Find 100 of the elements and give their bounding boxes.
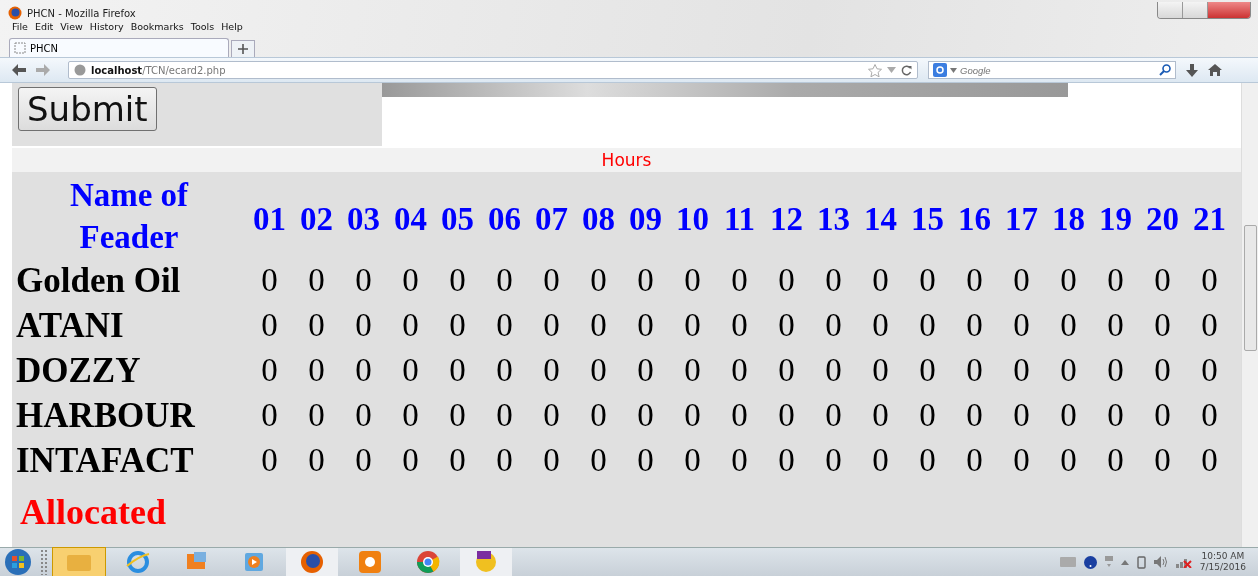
table-cell-text: 0 [730,351,749,390]
table-cell-text: 0 [965,441,984,480]
download-icon[interactable] [1186,63,1198,77]
table-cell-text: 0 [824,351,843,390]
column-header: 08 [581,199,616,239]
search-input[interactable]: Google [960,64,1156,76]
table-cell-text: 0 [1012,351,1031,390]
column-header: 01 [252,199,287,239]
clock-date[interactable]: 7/15/2016 [1199,562,1246,573]
table-cell-text: 0 [683,441,702,480]
table-cell-text: 0 [918,396,937,435]
table-cell-text: 0 [1059,396,1078,435]
column-header: 15 [910,199,945,239]
new-tab-button[interactable] [231,40,255,57]
table-cell-text: 0 [965,351,984,390]
table-cell-text: 0 [495,261,514,300]
table-cell-text: 0 [589,351,608,390]
signal-off-icon[interactable] [1175,556,1192,568]
table-cell-text: 0 [1059,306,1078,345]
table-cell-text: 0 [777,441,796,480]
hours-label: Hours [601,150,652,170]
column-header: 10 [675,199,710,239]
menu-item[interactable]: Tools [190,21,215,33]
table-cell-text: 0 [307,261,326,300]
column-header: 13 [816,199,851,239]
menu-item[interactable]: Bookmarks [130,21,184,33]
menu-item[interactable]: Edit [34,21,54,33]
browser-tab[interactable]: PHCN [9,38,229,57]
table-cell-text: 0 [965,306,984,345]
table-cell-text: HARBOUR [15,394,196,437]
table-cell-text: 0 [448,396,467,435]
menu-item[interactable]: View [60,21,83,33]
dropdown-icon[interactable] [950,67,957,73]
column-header: 11 [722,199,757,239]
table-cell-text: 0 [1153,396,1172,435]
column-header: 03 [346,199,381,239]
table-cell-text: DOZZY [15,349,142,392]
table-cell-text: 0 [542,351,561,390]
submit-button[interactable]: Submit [18,87,157,131]
table-cell-text: 0 [354,396,373,435]
table-cell-text: 0 [1153,351,1172,390]
table-cell-text: 0 [589,306,608,345]
table-cell-text: 0 [777,351,796,390]
table-cell-text: 0 [824,441,843,480]
table-cell-text: 0 [636,396,655,435]
table-cell-text: 0 [871,351,890,390]
search-engine-icon [933,63,947,77]
table-cell-text: 0 [871,261,890,300]
table-cell-text: 0 [307,396,326,435]
table-cell-text: 0 [965,396,984,435]
speaker-icon[interactable] [1153,556,1168,568]
table-cell-text: 0 [401,261,420,300]
table-cell-text: 0 [824,396,843,435]
table-cell-text: 0 [495,396,514,435]
table-cell-text: 0 [260,261,279,300]
table-cell-text: 0 [542,261,561,300]
menu-item[interactable]: File [12,21,28,33]
dropdown-icon[interactable] [887,67,896,73]
address-field[interactable]: localhost/TCN/ecard2.php [68,61,918,79]
table-cell-text: 0 [542,441,561,480]
search-icon[interactable] [1159,64,1171,76]
back-icon[interactable] [12,64,26,76]
column-header: 02 [299,199,334,239]
table-cell-text: 0 [636,306,655,345]
table-cell-text: 0 [1012,306,1031,345]
table-cell-text: 0 [1106,441,1125,480]
window-title: PHCN - Mozilla Firefox [27,7,136,19]
column-header: 14 [863,199,898,239]
table-cell-text: 0 [495,441,514,480]
table-cell-text: 0 [1106,396,1125,435]
table-cell-text: 0 [730,261,749,300]
scrollbar[interactable] [1241,83,1258,547]
device-icon[interactable] [1136,555,1146,569]
reload-icon[interactable] [901,64,912,76]
table-cell-text: 0 [260,351,279,390]
table-cell-text: 0 [307,351,326,390]
table-cell-text: 0 [730,306,749,345]
table-cell-text: 0 [1059,351,1078,390]
column-header: 07 [534,199,569,239]
menu-item[interactable]: Help [221,21,243,33]
table-cell-text: 0 [871,396,890,435]
table-cell-text: 0 [1106,306,1125,345]
table-cell-text: 0 [777,261,796,300]
column-header: 05 [440,199,475,239]
menu-item[interactable]: History [89,21,124,33]
clock-time[interactable]: 10:50 AM [1201,551,1245,562]
search-field[interactable]: Google [928,61,1176,79]
column-header: 04 [393,199,428,239]
forward-icon[interactable] [36,64,50,76]
column-header: 21 [1192,199,1227,239]
help-icon[interactable] [1083,555,1097,569]
expand-tray-icon[interactable] [1120,559,1129,565]
window-controls[interactable] [1157,2,1251,19]
browser-logo-icon [8,6,22,20]
table-cell-text: 0 [307,306,326,345]
table-cell-text: 0 [495,351,514,390]
table-cell-text: 0 [918,351,937,390]
table-cell-text: 0 [448,306,467,345]
home-icon[interactable] [1208,64,1222,76]
star-icon[interactable] [868,63,882,77]
